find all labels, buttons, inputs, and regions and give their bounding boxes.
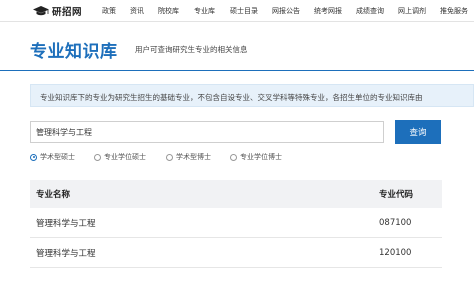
graduation-cap-icon bbox=[33, 6, 49, 16]
site-logo[interactable]: 研招网 bbox=[32, 4, 82, 18]
major-code-cell: 120100 bbox=[379, 247, 412, 258]
table-row[interactable]: 管理科学与工程 087100 bbox=[30, 208, 442, 238]
header-divider bbox=[0, 70, 474, 71]
header-major-code: 专业代码 bbox=[379, 190, 414, 200]
header-major-name: 专业名称 bbox=[36, 190, 71, 200]
search-button[interactable]: 查询 bbox=[395, 120, 441, 144]
radio-academic-doctor[interactable]: 学术型博士 bbox=[166, 151, 211, 163]
nav-item-registration-notice[interactable]: 网报公告 bbox=[272, 6, 300, 16]
page-subtitle: 用户可查询研究生专业的相关信息 bbox=[135, 45, 248, 54]
radio-label: 专业学位硕士 bbox=[104, 153, 146, 161]
radio-label: 学术型硕士 bbox=[40, 153, 75, 161]
nav-item-online-adjustment[interactable]: 网上调剂 bbox=[398, 6, 426, 16]
results-table: 专业名称 专业代码 管理科学与工程 087100 管理科学与工程 120100 bbox=[30, 180, 442, 268]
notice-text: 专业知识库下的专业为研究生招生的基础专业，不包含自设专业、交叉学科等特殊专业，各… bbox=[40, 93, 423, 102]
logo-text: 研招网 bbox=[52, 7, 83, 18]
major-name-cell[interactable]: 管理科学与工程 bbox=[36, 208, 96, 237]
nav-item-majors[interactable]: 专业库 bbox=[194, 6, 215, 16]
major-code-cell: 087100 bbox=[379, 217, 412, 228]
radio-label: 学术型博士 bbox=[176, 153, 211, 161]
nav-item-news[interactable]: 资讯 bbox=[130, 6, 144, 16]
major-name-cell[interactable]: 管理科学与工程 bbox=[36, 238, 96, 267]
notice-box: 专业知识库下的专业为研究生招生的基础专业，不包含自设专业、交叉学科等特殊专业，各… bbox=[30, 84, 474, 107]
table-row[interactable]: 管理科学与工程 120100 bbox=[30, 238, 442, 268]
radio-professional-doctor[interactable]: 专业学位博士 bbox=[230, 151, 282, 163]
nav-item-master-catalog[interactable]: 硕士目录 bbox=[230, 6, 258, 16]
radio-indicator bbox=[94, 153, 101, 161]
table-header: 专业名称 专业代码 bbox=[30, 180, 442, 208]
radio-professional-master[interactable]: 专业学位硕士 bbox=[94, 151, 146, 163]
radio-indicator-selected bbox=[30, 153, 37, 161]
page-title: 专业知识库 bbox=[30, 42, 118, 62]
nav-item-institutions[interactable]: 院校库 bbox=[158, 6, 179, 16]
nav-item-exam-registration[interactable]: 统考网报 bbox=[314, 6, 342, 16]
nav-item-recommendation[interactable]: 推免服务 bbox=[440, 6, 468, 16]
search-input[interactable] bbox=[30, 121, 384, 143]
top-navigation: 研招网 政策 资讯 院校库 专业库 硕士目录 网报公告 统考网报 成绩查询 网上… bbox=[0, 0, 474, 22]
radio-indicator bbox=[166, 153, 173, 161]
radio-academic-master[interactable]: 学术型硕士 bbox=[30, 151, 75, 163]
radio-indicator bbox=[230, 153, 237, 161]
nav-item-policy[interactable]: 政策 bbox=[102, 6, 116, 16]
nav-item-score-query[interactable]: 成绩查询 bbox=[356, 6, 384, 16]
radio-label: 专业学位博士 bbox=[240, 153, 282, 161]
